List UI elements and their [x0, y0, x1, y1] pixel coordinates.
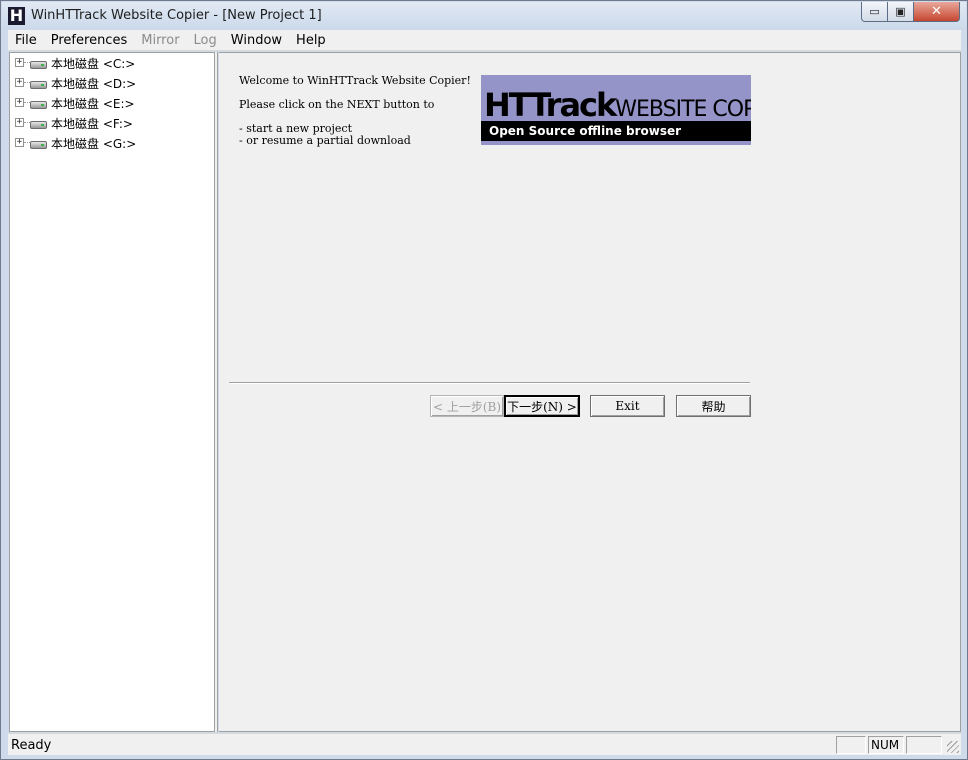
welcome-line: Welcome to WinHTTrack Website Copier!: [239, 74, 471, 87]
menu-bar: File Preferences Mirror Log Window Help: [8, 30, 961, 51]
close-button[interactable]: ✕: [914, 2, 960, 22]
menu-file[interactable]: File: [8, 33, 44, 48]
menu-help[interactable]: Help: [289, 33, 333, 48]
banner-title-sub: WEBSITE COPIER: [615, 97, 751, 122]
maximize-icon: ▣: [895, 5, 906, 18]
tree-item-drive-g[interactable]: + 本地磁盘 <G:>: [10, 133, 214, 153]
tree-item-label[interactable]: 本地磁盘 <C:>: [51, 55, 135, 72]
banner-title-main: HTTrack: [484, 86, 617, 124]
httrack-logo-banner: HTTrackWEBSITE COPIER Open Source offlin…: [481, 75, 751, 145]
wizard-panel: Welcome to WinHTTrack Website Copier! Pl…: [219, 52, 961, 732]
close-icon: ✕: [931, 4, 942, 19]
wizard-separator: [229, 382, 750, 384]
expand-icon[interactable]: +: [15, 98, 24, 107]
status-pane-caps: [836, 736, 866, 754]
instruction-line: Please click on the NEXT button to: [239, 98, 435, 111]
drive-icon: [30, 141, 47, 149]
drive-tree[interactable]: + 本地磁盘 <C:> + 本地磁盘 <D:> + 本地磁盘 <E:> + 本地…: [9, 52, 215, 732]
banner-tagline: Open Source offline browser: [481, 121, 751, 141]
resize-grip-icon[interactable]: [947, 741, 959, 753]
help-button[interactable]: 帮助: [676, 395, 751, 417]
window-title: WinHTTrack Website Copier - [New Project…: [31, 8, 322, 23]
expand-icon[interactable]: +: [15, 118, 24, 127]
tree-item-label[interactable]: 本地磁盘 <G:>: [51, 135, 136, 152]
next-button[interactable]: 下一步(N) >: [504, 395, 580, 417]
drive-icon: [30, 61, 47, 69]
tree-item-label[interactable]: 本地磁盘 <D:>: [51, 75, 136, 92]
menu-mirror[interactable]: Mirror: [134, 33, 186, 48]
drive-icon: [30, 81, 47, 89]
status-bar: Ready NUM: [8, 733, 961, 755]
option-resume-download: - or resume a partial download: [239, 134, 411, 147]
drive-icon: [30, 121, 47, 129]
status-pane-scroll: [906, 736, 942, 754]
httrack-app-icon: H: [8, 6, 25, 25]
status-pane-num: NUM: [868, 736, 904, 754]
expand-icon[interactable]: +: [15, 78, 24, 87]
expand-icon[interactable]: +: [15, 58, 24, 67]
menu-preferences[interactable]: Preferences: [44, 33, 134, 48]
menu-log[interactable]: Log: [187, 33, 224, 48]
expand-icon[interactable]: +: [15, 138, 24, 147]
panel-splitter[interactable]: [215, 52, 218, 732]
exit-button[interactable]: Exit: [590, 395, 665, 417]
status-text: Ready: [11, 738, 52, 753]
tree-item-label[interactable]: 本地磁盘 <E:>: [51, 95, 135, 112]
tree-item-drive-d[interactable]: + 本地磁盘 <D:>: [10, 73, 214, 93]
tree-item-drive-c[interactable]: + 本地磁盘 <C:>: [10, 53, 214, 73]
maximize-button[interactable]: ▣: [888, 2, 914, 22]
title-bar[interactable]: H WinHTTrack Website Copier - [New Proje…: [2, 2, 966, 30]
menu-window[interactable]: Window: [224, 33, 289, 48]
tree-item-drive-e[interactable]: + 本地磁盘 <E:>: [10, 93, 214, 113]
tree-item-drive-f[interactable]: + 本地磁盘 <F:>: [10, 113, 214, 133]
minimize-button[interactable]: ▭: [861, 2, 888, 22]
main-window: H WinHTTrack Website Copier - [New Proje…: [0, 0, 968, 760]
window-controls: ▭ ▣ ✕: [861, 2, 960, 22]
back-button[interactable]: < 上一步(B): [430, 395, 504, 417]
tree-item-label[interactable]: 本地磁盘 <F:>: [51, 115, 133, 132]
minimize-icon: ▭: [869, 5, 880, 18]
drive-icon: [30, 101, 47, 109]
